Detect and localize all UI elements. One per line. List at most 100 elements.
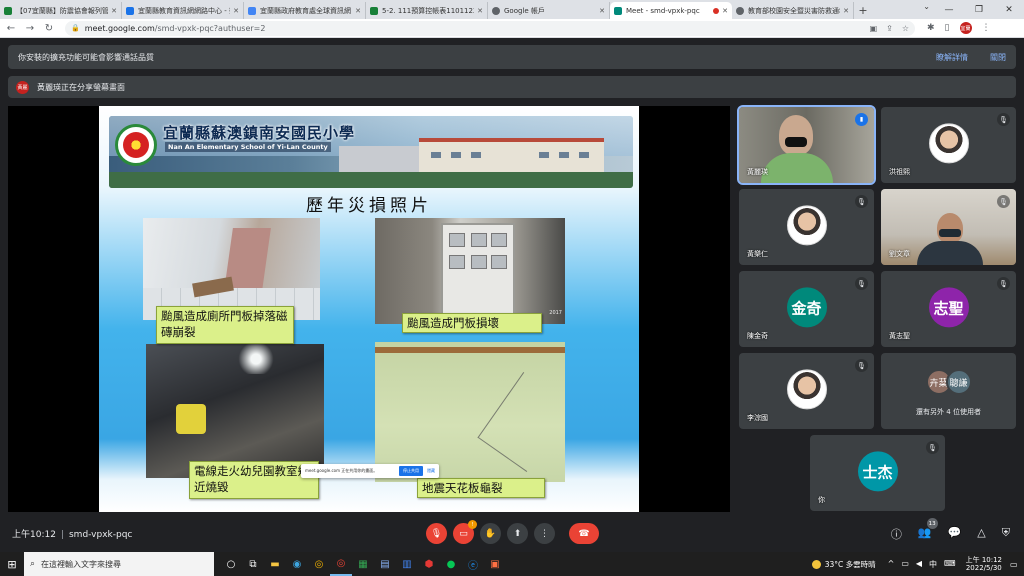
presentation-stage[interactable]: 宜蘭縣蘇澳鎮南安國民小學 Nan An Elementary School of… <box>8 106 730 512</box>
menu-icon[interactable]: ⋮ <box>982 23 991 33</box>
browser-tab[interactable]: 教育部校園安全暨災害防救通報 ✕ <box>732 2 854 19</box>
others-tile[interactable]: 卉棻 聰謙 還有另外 4 位使用者 <box>881 353 1016 429</box>
file-explorer-icon[interactable]: ▬ <box>264 552 286 576</box>
ie-icon[interactable]: ⓔ <box>462 552 484 576</box>
keyboard-icon[interactable]: ⌨ <box>944 559 956 570</box>
pane <box>491 255 507 269</box>
extensions-icon[interactable]: ✱ <box>927 23 935 33</box>
photo-year: 2017 <box>549 310 562 316</box>
close-icon[interactable]: ✕ <box>722 7 728 15</box>
participant-tile[interactable]: 金奇 🎙 陳金奇 <box>739 271 874 347</box>
participant-name: 劉文章 <box>889 250 910 258</box>
restore-icon[interactable]: ❐ <box>964 0 994 19</box>
spreadsheet-icon[interactable]: ▦ <box>352 552 374 576</box>
reload-icon[interactable]: ↻ <box>41 23 57 34</box>
separator: | <box>60 530 64 540</box>
close-window-icon[interactable]: ✕ <box>994 0 1024 19</box>
self-tile[interactable]: 士杰 🎙 你 <box>810 435 945 511</box>
dismiss-button[interactable]: 關閉 <box>990 52 1006 63</box>
stop-sharing-button[interactable]: 停止共用 <box>399 466 423 476</box>
participant-tile[interactable]: ▮ 黃麗瑛 <box>737 105 876 185</box>
lock-icon[interactable]: 🔒 <box>71 24 80 32</box>
camera-off-button[interactable]: ▭! <box>453 520 477 544</box>
chrome-icon[interactable]: ◎ <box>308 552 330 576</box>
line-icon[interactable]: ● <box>440 552 462 576</box>
tab-title: 5-2. 111預算控帳表1101122ts <box>382 6 475 15</box>
participant-name: 黃麗瑛 <box>747 168 768 176</box>
profile-avatar[interactable]: 宜蘭 <box>959 22 972 34</box>
bookmark-star-icon[interactable]: ☆ <box>902 24 909 33</box>
address-bar[interactable]: 🔒 meet.google.com/smd-vpxk-pqc?authuser=… <box>65 20 915 36</box>
share-notice-text: meet.google.com 正在共用你的畫面。 <box>305 468 378 473</box>
show-hidden-icons[interactable]: ^ <box>888 559 895 570</box>
close-icon[interactable]: ✕ <box>355 7 361 15</box>
new-tab-button[interactable]: + <box>854 2 872 19</box>
meeting-time: 上午10:12 <box>12 530 56 540</box>
share-icon[interactable]: ⇪ <box>886 24 893 33</box>
chrome-active-icon[interactable]: ◎ <box>330 552 352 576</box>
minimize-icon[interactable]: — <box>934 0 964 19</box>
browser-tab[interactable]: 5-2. 111預算控帳表1101122ts ✕ <box>366 2 488 19</box>
speaking-indicator-icon: ▮ <box>855 113 868 126</box>
host-controls-icon[interactable]: ⛨ <box>1002 526 1010 542</box>
leave-call-button[interactable]: ☎ <box>569 523 599 544</box>
damage-photo-restroom <box>143 218 320 320</box>
meeting-info: 上午10:12 | smd-vpxk-pqc <box>12 527 132 540</box>
forward-icon[interactable]: → <box>22 23 38 34</box>
hide-notice-button[interactable]: 隱藏 <box>427 468 435 474</box>
self-name: 你 <box>818 496 825 504</box>
person-body <box>917 241 983 265</box>
present-now-button[interactable]: ⬆ <box>507 523 528 544</box>
close-icon[interactable]: ✕ <box>843 7 849 15</box>
speaker-icon[interactable]: ◀ <box>916 559 922 570</box>
presenting-text: 黃麗瑛正在分享螢幕畫面 <box>37 82 125 92</box>
camera-in-use-icon[interactable]: ▣ <box>870 24 878 33</box>
cortana-icon[interactable]: ○ <box>220 552 242 576</box>
more-options-button[interactable]: ⋮ <box>534 523 555 544</box>
network-icon[interactable]: ▭ <box>901 559 909 570</box>
system-clock[interactable]: 上午 10:12 2022/5/30 <box>966 556 1002 573</box>
participant-tile[interactable]: 🎙 黃樂仁 <box>739 189 874 265</box>
document-icon[interactable]: ▤ <box>374 552 396 576</box>
learn-more-link[interactable]: 瞭解詳情 <box>936 52 968 63</box>
browser-tab-active[interactable]: Meet - smd-vpxk-pqc ✕ <box>610 2 732 19</box>
windows-logo-icon: ⊞ <box>7 557 17 571</box>
tab-title: 宜蘭縣教育資訊網網路中心 - 數位 <box>138 6 230 15</box>
notification-icon[interactable]: ▭ <box>1010 560 1020 569</box>
side-panel-icon[interactable]: ▯ <box>945 23 950 33</box>
app-icon[interactable]: ▥ <box>396 552 418 576</box>
close-icon[interactable]: ✕ <box>233 7 239 15</box>
mic-off-button[interactable]: 🎙 <box>426 523 447 544</box>
raise-hand-button[interactable]: ✋ <box>480 523 501 544</box>
browser-tab[interactable]: Google 帳戶 ✕ <box>488 2 610 19</box>
ime-indicator[interactable]: 中 <box>929 559 937 570</box>
browser-tab[interactable]: 宜蘭縣政府教育處全球資訊網 ✕ <box>244 2 366 19</box>
people-button[interactable]: 👥 13 <box>918 518 938 542</box>
caption-fire: 電線走火幼兒園教室幾近燒毀 <box>189 461 319 499</box>
browser-tab[interactable]: 【07宜蘭縣】防震協會報列管追 ✕ <box>0 2 122 19</box>
mic-off-icon: 🎙 <box>997 195 1010 208</box>
participant-avatar: 志聖 <box>928 287 969 328</box>
meeting-details-icon[interactable]: ⓘ <box>891 526 902 542</box>
close-icon[interactable]: ✕ <box>477 7 483 15</box>
participant-tile[interactable]: 🎙 洪祖熙 <box>881 107 1016 183</box>
participant-tile[interactable]: 🎙 李淙國 <box>739 353 874 429</box>
start-button[interactable]: ⊞ <box>0 552 24 576</box>
participant-tile[interactable]: 志聖 🎙 黃志聖 <box>881 271 1016 347</box>
warning-icon: ! <box>468 520 477 529</box>
task-view-icon[interactable]: ⧉ <box>242 552 264 576</box>
image-viewer-icon[interactable]: ▣ <box>484 552 506 576</box>
weather-widget[interactable]: 33°C 多雲時晴 <box>811 559 876 570</box>
chat-icon[interactable]: 💬 <box>948 526 962 542</box>
close-icon[interactable]: ✕ <box>599 7 605 15</box>
taskbar-search[interactable]: ⌕ 在這裡輸入文字來搜尋 <box>24 552 214 576</box>
back-icon[interactable]: ← <box>3 23 19 34</box>
meeting-code: smd-vpxk-pqc <box>68 530 133 540</box>
participant-tile[interactable]: 🎙 劉文章 <box>881 189 1016 265</box>
edge-icon[interactable]: ◉ <box>286 552 308 576</box>
browser-tab[interactable]: 宜蘭縣教育資訊網網路中心 - 數位✕ <box>122 2 244 19</box>
pdf-icon[interactable]: ⬢ <box>418 552 440 576</box>
tab-search-icon[interactable]: ⌄ <box>923 2 930 11</box>
activities-icon[interactable]: △ <box>977 526 985 542</box>
close-icon[interactable]: ✕ <box>111 7 117 15</box>
